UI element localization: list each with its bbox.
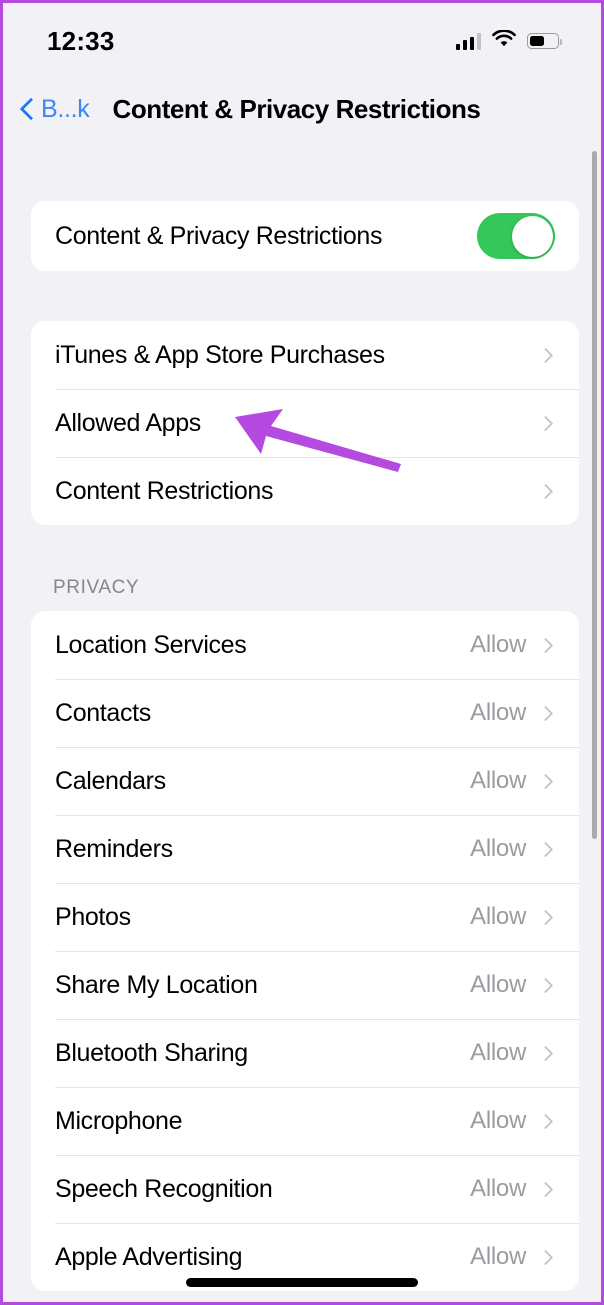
chevron-right-icon [537, 415, 554, 431]
row-content-privacy-restrictions[interactable]: Content & Privacy Restrictions [31, 201, 579, 271]
row-calendars[interactable]: Calendars Allow [31, 747, 579, 815]
navigation-bar: B...k Content & Privacy Restrictions [3, 81, 601, 137]
row-label: Calendars [55, 766, 166, 795]
wifi-icon [492, 28, 516, 53]
status-bar-icons [455, 28, 562, 53]
row-value: Allow [470, 631, 526, 658]
row-itunes-app-store-purchases[interactable]: iTunes & App Store Purchases [31, 321, 579, 389]
row-reminders[interactable]: Reminders Allow [31, 815, 579, 883]
battery-icon [527, 33, 562, 49]
row-bluetooth-sharing[interactable]: Bluetooth Sharing Allow [31, 1019, 579, 1087]
chevron-right-icon [537, 705, 554, 721]
row-label: Speech Recognition [55, 1174, 273, 1203]
page-title: Content & Privacy Restrictions [112, 93, 481, 124]
row-share-my-location[interactable]: Share My Location Allow [31, 951, 579, 1019]
row-label: iTunes & App Store Purchases [55, 340, 385, 369]
row-label: Bluetooth Sharing [55, 1038, 248, 1067]
row-label: Microphone [55, 1106, 183, 1135]
row-photos[interactable]: Photos Allow [31, 883, 579, 951]
chevron-right-icon [537, 483, 554, 499]
row-contacts[interactable]: Contacts Allow [31, 679, 579, 747]
toggle-knob [511, 215, 553, 257]
row-value: Allow [470, 835, 526, 862]
row-speech-recognition[interactable]: Speech Recognition Allow [31, 1155, 579, 1223]
chevron-right-icon [537, 637, 554, 653]
row-value: Allow [470, 767, 526, 794]
row-label: Contacts [55, 698, 151, 727]
chevron-right-icon [537, 347, 554, 363]
home-indicator [186, 1278, 418, 1287]
row-label: Share My Location [55, 970, 258, 999]
iphone-screen: 12:33 B...k Content & Privacy Restrictio… [0, 0, 604, 1305]
chevron-right-icon [537, 1113, 554, 1129]
chevron-right-icon [537, 773, 554, 789]
chevron-right-icon [537, 1181, 554, 1197]
privacy-card: Location Services Allow Contacts Allow C… [31, 611, 579, 1291]
row-label: Reminders [55, 834, 173, 863]
row-label: Content Restrictions [55, 476, 274, 505]
master-toggle-label: Content & Privacy Restrictions [55, 221, 383, 250]
row-value: Allow [470, 1243, 526, 1270]
section-header-privacy: PRIVACY [53, 577, 140, 598]
cellular-signal-icon [455, 32, 481, 50]
row-value: Allow [470, 1107, 526, 1134]
row-label: Allowed Apps [55, 408, 201, 437]
chevron-right-icon [537, 977, 554, 993]
row-label: Apple Advertising [55, 1242, 243, 1271]
vertical-scrollbar[interactable] [592, 151, 597, 839]
row-value: Allow [470, 1039, 526, 1066]
row-allowed-apps[interactable]: Allowed Apps [31, 389, 579, 457]
master-toggle-card: Content & Privacy Restrictions [31, 201, 579, 271]
chevron-right-icon [537, 1045, 554, 1061]
status-bar: 12:33 [3, 3, 601, 73]
content-privacy-restrictions-toggle[interactable] [477, 213, 555, 259]
chevron-right-icon [537, 841, 554, 857]
row-value: Allow [470, 699, 526, 726]
row-label: Photos [55, 902, 131, 931]
back-button-label: B...k [41, 94, 90, 123]
back-button[interactable]: B...k [21, 95, 90, 124]
chevron-right-icon [537, 1249, 554, 1265]
row-location-services[interactable]: Location Services Allow [31, 611, 579, 679]
row-value: Allow [470, 971, 526, 998]
chevron-right-icon [537, 909, 554, 925]
row-content-restrictions[interactable]: Content Restrictions [31, 457, 579, 525]
status-bar-time: 12:33 [47, 25, 115, 56]
row-label: Location Services [55, 630, 247, 659]
restrictions-card: iTunes & App Store Purchases Allowed App… [31, 321, 579, 525]
settings-scroll-view[interactable]: Content & Privacy Restrictions iTunes & … [3, 143, 601, 1302]
row-value: Allow [470, 903, 526, 930]
row-microphone[interactable]: Microphone Allow [31, 1087, 579, 1155]
chevron-left-icon [21, 97, 35, 121]
row-value: Allow [470, 1175, 526, 1202]
